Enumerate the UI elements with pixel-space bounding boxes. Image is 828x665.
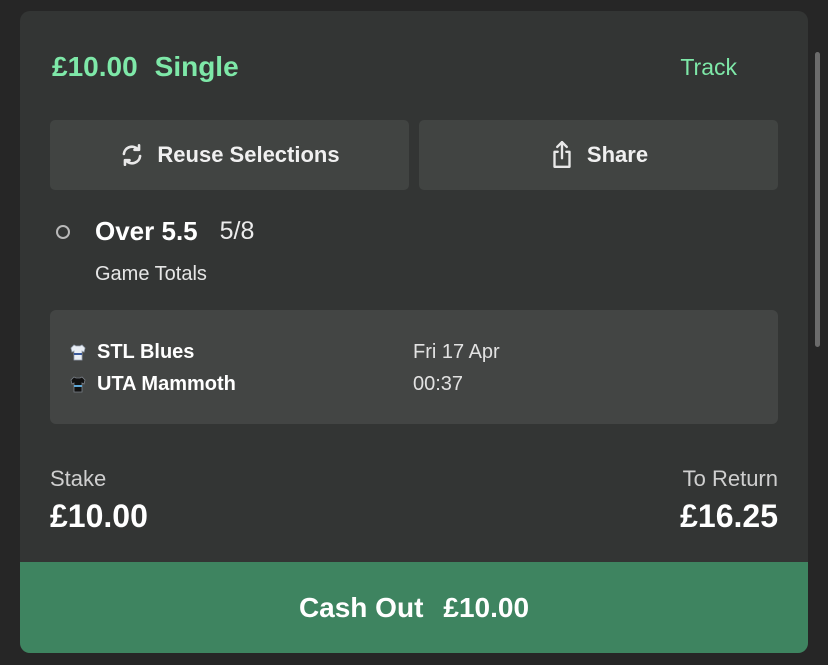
track-link[interactable]: Track (680, 54, 737, 81)
stake-summary: Stake £10.00 (50, 466, 148, 535)
market-name: Over 5.5 (95, 216, 198, 246)
stake-label: Stake (50, 466, 107, 491)
share-label: Share (586, 142, 649, 167)
refresh-icon (119, 142, 145, 168)
team-row-away: UTA Mammoth (69, 368, 236, 400)
white-jersey-icon (69, 343, 87, 361)
share-icon (549, 140, 575, 170)
return-value: £16.25 (680, 498, 778, 534)
cash-out-label: Cash Out (298, 591, 424, 623)
bet-type: Single (154, 51, 239, 82)
black-jersey-icon (69, 375, 87, 393)
event-teams: STL Blues UTA Mammoth (69, 336, 236, 400)
away-team-name: UTA Mammoth (97, 372, 236, 395)
cash-out-amount: £10.00 (443, 591, 530, 623)
bet-actions: Reuse Selections Share (50, 120, 778, 190)
return-label: To Return (682, 466, 778, 491)
return-summary: To Return £16.25 (680, 466, 778, 535)
selection-status-icon (56, 224, 70, 239)
reuse-selections-label: Reuse Selections (157, 142, 340, 167)
bet-title: £10.00 Single (52, 51, 239, 83)
selection-odds: 5/8 (219, 217, 255, 245)
reuse-selections-button[interactable]: Reuse Selections (50, 120, 409, 190)
bet-card: £10.00 Single Track Reuse Selections Sha… (20, 11, 808, 653)
cash-out-button[interactable]: Cash Out £10.00 (20, 562, 808, 653)
team-row-home: STL Blues (69, 336, 236, 368)
share-button[interactable]: Share (419, 120, 778, 190)
bet-totals: Stake £10.00 To Return £16.25 (50, 466, 778, 535)
stake-value: £10.00 (50, 498, 148, 534)
event-details[interactable]: STL Blues UTA Mammoth Fri 17 Apr 00:37 (50, 310, 778, 424)
event-time: 00:37 (413, 373, 464, 395)
bet-stake-amount: £10.00 (52, 51, 138, 82)
bet-header: £10.00 Single Track (52, 51, 776, 83)
market-type: Game Totals (95, 263, 207, 285)
home-team-name: STL Blues (97, 340, 195, 363)
event-date: Fri 17 Apr (413, 341, 500, 363)
selection: Over 5.5 5/8 Game Totals (56, 216, 756, 286)
event-datetime: Fri 17 Apr 00:37 (413, 336, 500, 400)
scrollbar[interactable] (815, 52, 820, 347)
selection-row: Over 5.5 5/8 (56, 216, 756, 247)
